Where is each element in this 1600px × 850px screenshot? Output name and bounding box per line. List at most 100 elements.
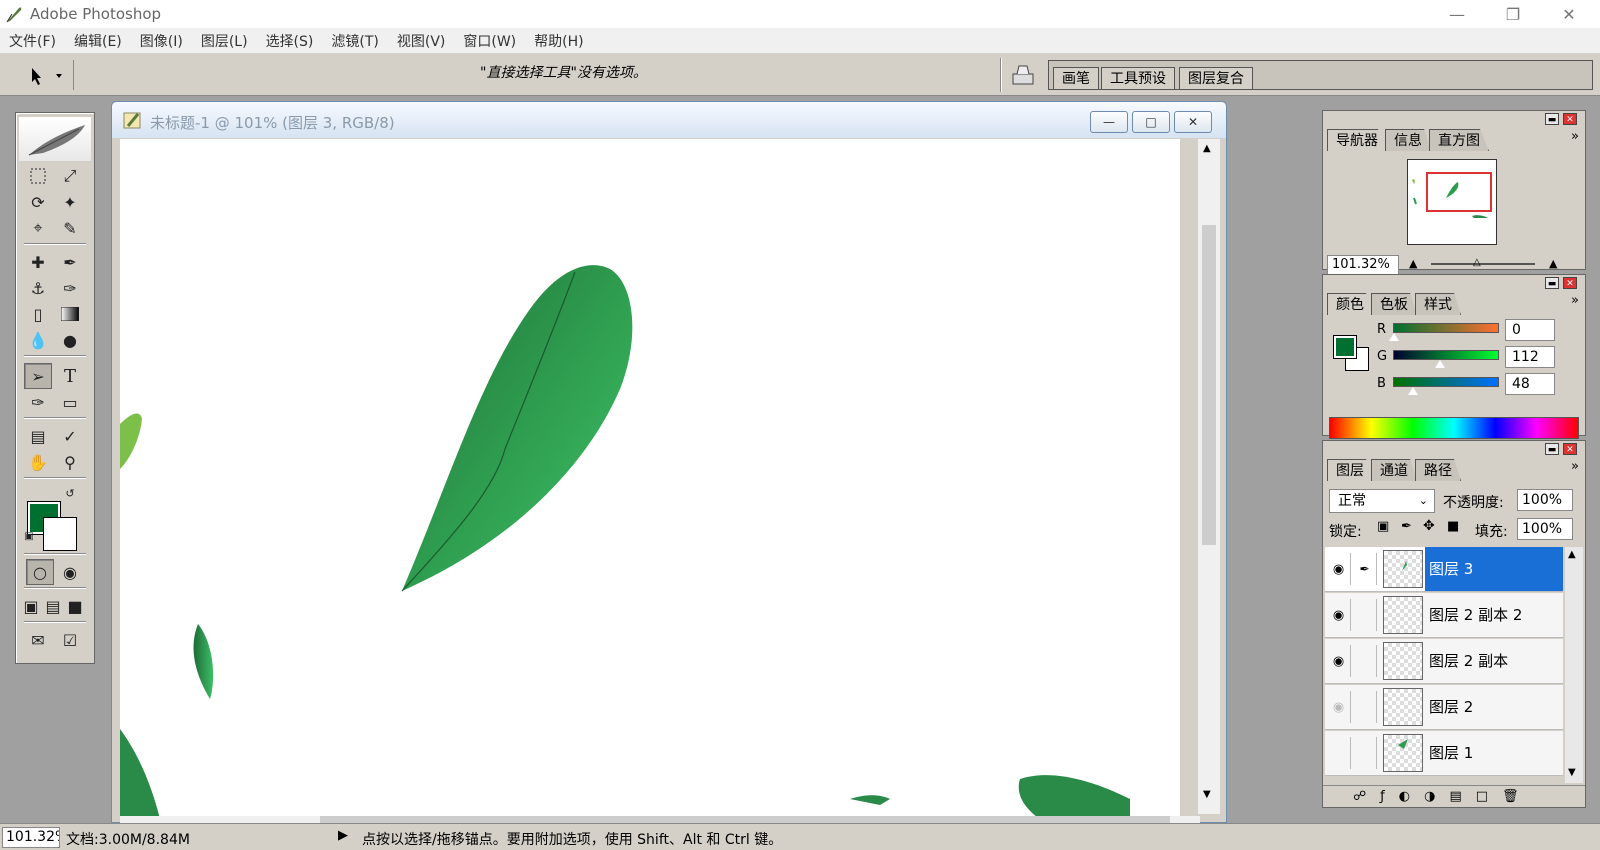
zoom-out-icon[interactable]: ▲ <box>1409 257 1417 270</box>
dodge-tool-icon[interactable]: ● <box>56 327 84 353</box>
eye-icon[interactable]: ◉ <box>1327 553 1351 585</box>
color-fg-swatch[interactable] <box>1333 335 1357 359</box>
zoom-slider-thumb[interactable]: △ <box>1473 257 1481 268</box>
jump-to-imageready-icon[interactable]: ✉ <box>24 627 52 653</box>
scroll-up-icon[interactable]: ▲ <box>1203 143 1211 154</box>
menu-view[interactable]: 视图(V) <box>388 31 455 51</box>
layer-row[interactable]: ◉ 图层 2 副本 2 <box>1325 593 1563 638</box>
g-slider[interactable] <box>1393 350 1499 360</box>
layer-style-icon[interactable]: ƒ <box>1380 789 1385 804</box>
eye-icon[interactable]: ◉ <box>1327 691 1351 723</box>
brush-link-icon[interactable] <box>1353 645 1377 677</box>
brush-link-icon[interactable] <box>1353 691 1377 723</box>
layer-row[interactable]: ◉ 图层 2 <box>1325 685 1563 730</box>
quick-mask-icon[interactable]: ◉ <box>56 559 84 585</box>
eye-icon[interactable]: ◉ <box>1327 599 1351 631</box>
crop-tool-icon[interactable]: ⌖ <box>24 215 52 241</box>
b-value-field[interactable]: 48 <box>1505 373 1555 395</box>
layer-row[interactable]: ◉ ✒ 图层 3 <box>1325 547 1563 592</box>
new-layer-icon[interactable]: □ <box>1476 789 1488 804</box>
b-slider-thumb[interactable] <box>1408 387 1418 395</box>
trash-icon[interactable]: 🗑 <box>1502 789 1519 804</box>
default-colors-icon[interactable]: ▣ <box>22 529 36 543</box>
palette-close-icon[interactable]: ✕ <box>1563 443 1577 455</box>
tab-histogram[interactable]: 直方图 <box>1429 129 1489 151</box>
restore-button[interactable]: ❐ <box>1490 0 1536 28</box>
eye-icon[interactable] <box>1327 737 1351 769</box>
scroll-up-icon[interactable]: ▲ <box>1568 549 1576 560</box>
lock-all-icon[interactable]: ■ <box>1447 519 1459 534</box>
menu-help[interactable]: 帮助(H) <box>525 31 592 51</box>
r-slider-thumb[interactable] <box>1389 333 1399 341</box>
history-brush-icon[interactable]: ✑ <box>56 275 84 301</box>
menu-file[interactable]: 文件(F) <box>0 31 65 51</box>
menu-edit[interactable]: 编辑(E) <box>65 31 131 51</box>
layer-row[interactable]: ◉ 图层 2 副本 <box>1325 639 1563 684</box>
eye-icon[interactable]: ◉ <box>1327 645 1351 677</box>
close-button[interactable]: ✕ <box>1546 0 1592 28</box>
layer-row[interactable]: 图层 1 <box>1325 731 1563 776</box>
navigator-zoom-field[interactable]: 101.32% <box>1327 255 1399 275</box>
color-spectrum-bar[interactable] <box>1329 417 1579 439</box>
palette-menu-icon[interactable]: » <box>1571 293 1579 308</box>
screen-mode-standard-icon[interactable]: ▣ <box>20 593 42 619</box>
palette-close-icon[interactable]: ✕ <box>1563 113 1577 125</box>
screen-mode-menu-icon[interactable]: ▤ <box>42 593 64 619</box>
menu-window[interactable]: 窗口(W) <box>454 31 525 51</box>
navigator-thumbnail[interactable] <box>1407 159 1497 245</box>
slice-tool-icon[interactable]: ✎ <box>56 215 84 241</box>
vertical-scrollbar[interactable]: ▲ ▼ <box>1198 139 1220 814</box>
zoom-tool-icon[interactable]: ⚲ <box>56 449 84 475</box>
lock-image-icon[interactable]: ✒ <box>1401 519 1412 534</box>
status-menu-arrow-icon[interactable]: ▶ <box>338 828 348 843</box>
menu-select[interactable]: 选择(S) <box>257 31 323 51</box>
opacity-field[interactable]: 100% <box>1517 489 1573 511</box>
image-canvas[interactable] <box>120 139 1180 819</box>
brush-link-icon[interactable] <box>1353 737 1377 769</box>
pen-tool-icon[interactable]: ✑ <box>24 389 52 415</box>
link-layers-icon[interactable]: ☍ <box>1353 789 1366 804</box>
zoom-in-icon[interactable]: ▲ <box>1549 257 1557 270</box>
palette-menu-icon[interactable]: » <box>1571 459 1579 474</box>
new-group-icon[interactable]: ▤ <box>1449 789 1461 804</box>
scroll-down-icon[interactable]: ▼ <box>1568 767 1576 778</box>
blur-tool-icon[interactable]: 💧 <box>24 327 52 353</box>
blend-mode-select[interactable]: 正常 ⌄ <box>1329 489 1435 513</box>
tab-navigator[interactable]: 导航器 <box>1327 129 1387 151</box>
brush-link-icon[interactable]: ✒ <box>1353 553 1377 585</box>
scroll-down-icon[interactable]: ▼ <box>1203 789 1211 800</box>
lock-position-icon[interactable]: ✥ <box>1423 518 1435 534</box>
background-color-swatch[interactable] <box>43 517 77 551</box>
palette-close-icon[interactable]: ✕ <box>1563 277 1577 289</box>
zoom-slider[interactable] <box>1431 263 1535 265</box>
status-zoom-field[interactable]: 101.32% <box>2 827 60 848</box>
magic-wand-icon[interactable]: ✦ <box>56 189 84 215</box>
marquee-tool-icon[interactable] <box>24 163 52 189</box>
brush-link-icon[interactable] <box>1353 599 1377 631</box>
menu-image[interactable]: 图像(I) <box>131 31 192 51</box>
vertical-scroll-thumb[interactable] <box>1202 225 1216 545</box>
file-browser-icon[interactable] <box>1010 62 1036 88</box>
shape-tool-icon[interactable]: ▭ <box>56 389 84 415</box>
layer-mask-icon[interactable]: ◐ <box>1399 789 1410 804</box>
tab-layers[interactable]: 图层 <box>1327 459 1373 481</box>
palette-menu-icon[interactable]: » <box>1571 129 1579 144</box>
lock-transparency-icon[interactable]: ▣ <box>1377 519 1389 534</box>
fill-field[interactable]: 100% <box>1517 518 1573 540</box>
eraser-tool-icon[interactable]: ▯ <box>24 301 52 327</box>
imageready-check-icon[interactable]: ☑ <box>56 627 84 653</box>
menu-layer[interactable]: 图层(L) <box>192 31 257 51</box>
palette-collapse-icon[interactable]: ▬ <box>1545 443 1559 455</box>
tool-preset-picker[interactable] <box>10 60 74 90</box>
well-tab-brushes[interactable]: 画笔 <box>1053 67 1099 89</box>
palette-collapse-icon[interactable]: ▬ <box>1545 277 1559 289</box>
doc-minimize-button[interactable]: — <box>1090 111 1128 133</box>
doc-close-button[interactable]: ✕ <box>1174 111 1212 133</box>
notes-tool-icon[interactable]: ▤ <box>24 423 52 449</box>
r-value-field[interactable]: 0 <box>1505 319 1555 341</box>
navigator-view-box[interactable] <box>1426 172 1492 212</box>
clone-stamp-icon[interactable]: ⚓ <box>24 275 52 301</box>
tab-swatches[interactable]: 色板 <box>1371 293 1417 315</box>
move-tool-icon[interactable]: ⤢ <box>56 163 84 189</box>
tab-styles[interactable]: 样式 <box>1415 293 1461 315</box>
